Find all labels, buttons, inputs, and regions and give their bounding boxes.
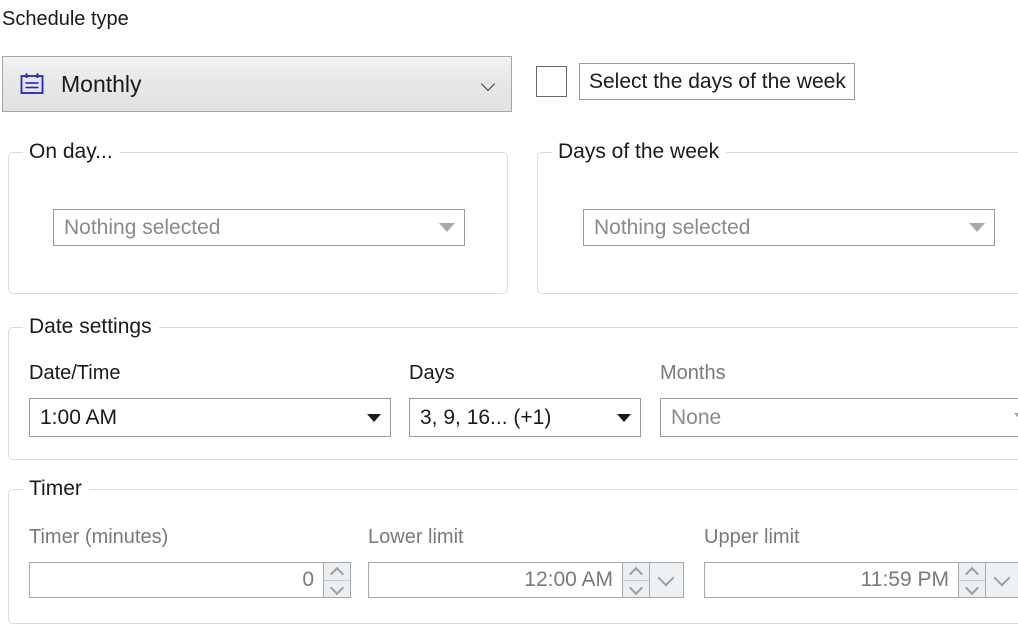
lower-limit-dropdown-button[interactable] — [650, 562, 684, 598]
upper-limit-dropdown-button[interactable] — [986, 562, 1018, 598]
months-value: None — [671, 405, 722, 429]
schedule-type-combobox[interactable]: Monthly — [2, 56, 512, 112]
timer-group-title: Timer — [23, 476, 89, 502]
days-dropdown[interactable]: 3, 9, 16... (+1) — [409, 398, 641, 437]
days-of-week-groupbox: Days of the week Nothing selected — [537, 139, 1018, 294]
spinner-down-icon[interactable] — [623, 579, 649, 598]
date-settings-group-title: Date settings — [23, 314, 159, 340]
on-day-dropdown-value: Nothing selected — [64, 215, 221, 239]
schedule-type-value: Monthly — [61, 71, 142, 97]
lower-limit-value[interactable]: 12:00 AM — [368, 562, 622, 598]
timer-minutes-label: Timer (minutes) — [29, 526, 169, 548]
on-day-group-title: On day... — [23, 139, 120, 165]
days-value: 3, 9, 16... (+1) — [420, 405, 552, 429]
months-label: Months — [660, 362, 726, 384]
spinner-down-icon[interactable] — [959, 579, 985, 598]
lower-limit-field[interactable]: 12:00 AM — [368, 562, 684, 598]
days-of-week-dropdown[interactable]: Nothing selected — [583, 209, 995, 246]
triangle-down-icon — [1014, 413, 1018, 422]
timer-minutes-value[interactable]: 0 — [29, 562, 323, 598]
date-time-value: 1:00 AM — [40, 405, 118, 429]
date-settings-groupbox: Date settings Date/Time 1:00 AM Days 3, … — [8, 314, 1018, 460]
timer-groupbox: Timer Timer (minutes) 0 Lower limit 12:0… — [8, 476, 1018, 624]
lower-limit-label: Lower limit — [368, 526, 464, 548]
triangle-down-icon — [439, 223, 455, 232]
lower-limit-spinner[interactable] — [622, 562, 650, 598]
spinner-up-icon[interactable] — [324, 563, 350, 580]
on-day-dropdown[interactable]: Nothing selected — [53, 209, 465, 246]
upper-limit-spinner[interactable] — [958, 562, 986, 598]
select-days-of-week-label-box[interactable]: Select the days of the week — [579, 63, 855, 100]
date-time-label: Date/Time — [29, 362, 121, 384]
upper-limit-value[interactable]: 11:59 PM — [704, 562, 958, 598]
select-days-of-week-label: Select the days of the week — [589, 69, 846, 93]
triangle-down-icon — [969, 223, 985, 232]
on-day-groupbox: On day... Nothing selected — [8, 139, 508, 294]
triangle-down-icon — [367, 413, 381, 422]
days-of-week-group-title: Days of the week — [552, 139, 727, 165]
spinner-down-icon[interactable] — [324, 579, 350, 598]
days-label: Days — [409, 362, 455, 384]
spinner-up-icon[interactable] — [623, 563, 649, 580]
days-of-week-dropdown-value: Nothing selected — [594, 215, 751, 239]
timer-minutes-spinner[interactable] — [323, 562, 351, 598]
date-time-dropdown[interactable]: 1:00 AM — [29, 398, 391, 437]
select-days-of-week-checkbox[interactable] — [536, 66, 567, 97]
chevron-down-icon — [481, 76, 497, 92]
schedule-type-label: Schedule type — [2, 8, 129, 30]
upper-limit-field[interactable]: 11:59 PM — [704, 562, 1018, 598]
triangle-down-icon — [617, 413, 631, 422]
months-dropdown[interactable]: None — [660, 398, 1018, 437]
calendar-icon — [19, 71, 45, 97]
timer-minutes-field[interactable]: 0 — [29, 562, 351, 598]
spinner-up-icon[interactable] — [959, 563, 985, 580]
upper-limit-label: Upper limit — [704, 526, 800, 548]
